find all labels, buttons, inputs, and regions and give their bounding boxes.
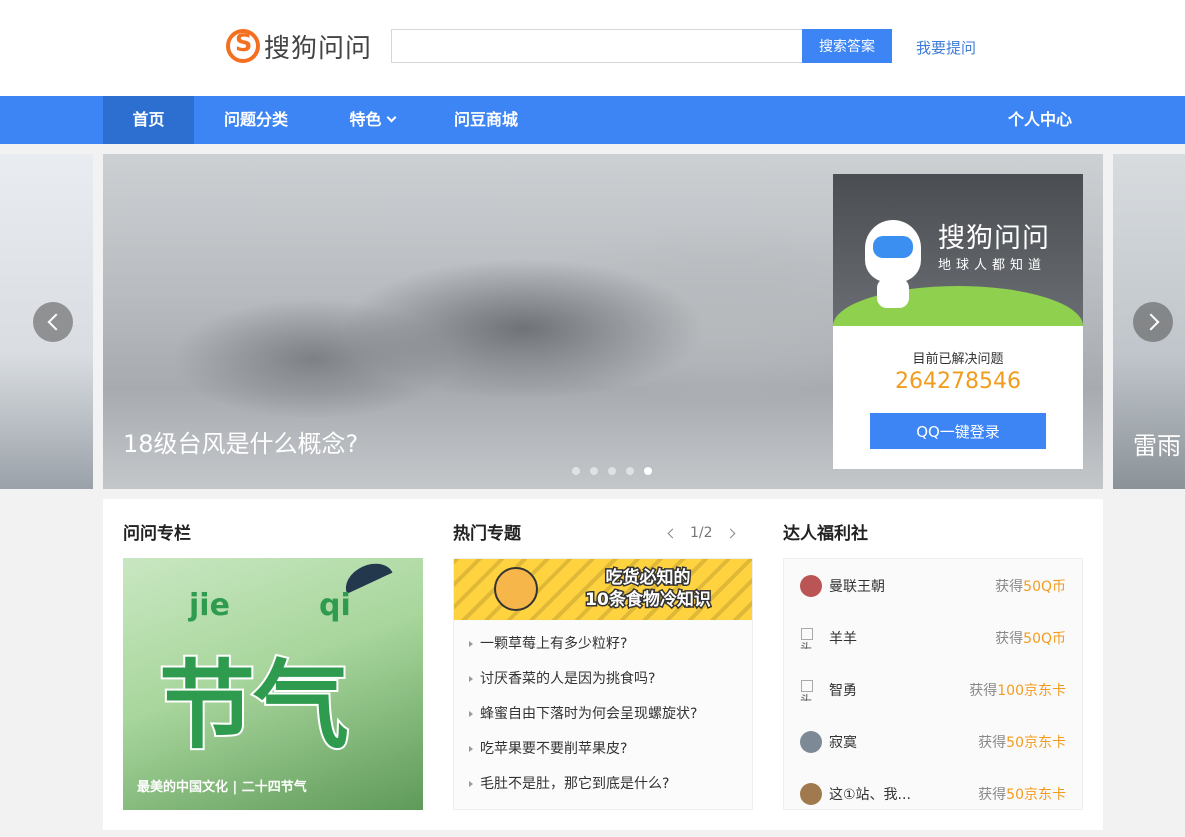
login-card-banner: 搜狗问问 地球人都知道	[833, 174, 1083, 326]
reward-prefix: 获得	[995, 631, 1024, 647]
image-text-qi: qi	[319, 588, 351, 623]
mascot-face	[873, 236, 913, 258]
image-text-jie: jie	[189, 588, 230, 623]
avatar-broken: 头	[800, 679, 822, 701]
image-text-main: 节气	[157, 648, 351, 764]
list-item[interactable]: 这①站、我... 获得50京东卡	[784, 767, 1082, 809]
nav-item-features-label: 特色	[349, 110, 382, 129]
daren-list: 曼联王朝 获得50Q币 头 羊羊 获得50Q币 头 智勇 获得100京东卡 寂寞…	[783, 558, 1083, 810]
carousel-prev-button[interactable]	[33, 302, 73, 342]
topics-box: 吃货必知的 10条食物冷知识 一颗草莓上有多少粒籽? 讨厌香菜的人是因为挑食吗?…	[453, 558, 753, 810]
search-input[interactable]	[391, 29, 803, 63]
avatar	[800, 575, 822, 597]
reward-prefix: 获得	[978, 787, 1007, 803]
topics-pager: 1/2	[667, 525, 735, 541]
search-button[interactable]: 搜索答案	[802, 29, 892, 63]
column-caption[interactable]: 最美的中国文化 | 二十四节气	[137, 776, 307, 795]
carousel-dot[interactable]	[608, 467, 616, 475]
nav-item-shop[interactable]: 问豆商城	[440, 96, 532, 144]
nav-item-personal-center[interactable]: 个人中心	[992, 96, 1088, 144]
reward-prefix: 获得	[969, 683, 998, 699]
column-title: 问问专栏	[123, 524, 191, 544]
next-slide-caption: 雷雨	[1133, 432, 1181, 460]
login-card: 搜狗问问 地球人都知道 目前已解决问题 264278546 QQ一键登录	[833, 174, 1083, 469]
avatar-broken: 头	[800, 627, 822, 649]
user-name[interactable]: 智勇	[829, 680, 857, 700]
logo-text: 搜狗问问	[264, 33, 373, 64]
list-item[interactable]: 一颗草莓上有多少粒籽?	[454, 634, 752, 669]
daren-title: 达人福利社	[783, 524, 868, 544]
content-panel: 问问专栏 jie qi 节气 最美的中国文化 | 二十四节气 热门专题 1/2 …	[103, 499, 1103, 830]
carousel-dot[interactable]	[626, 467, 634, 475]
mascot-body	[877, 278, 909, 308]
reward: 获得100京东卡	[969, 680, 1066, 700]
list-item[interactable]: 寂寞 获得50京东卡	[784, 715, 1082, 767]
user-name[interactable]: 这①站、我...	[829, 784, 911, 804]
topic-banner-line2: 10条食物冷知识	[584, 589, 713, 612]
reward: 获得50Q币	[995, 576, 1066, 596]
carousel-dot[interactable]	[590, 467, 598, 475]
topic-banner[interactable]: 吃货必知的 10条食物冷知识	[454, 559, 752, 620]
topics-title: 热门专题	[453, 524, 521, 544]
logo[interactable]: 搜狗问问	[226, 28, 372, 64]
solved-count: 264278546	[895, 369, 1021, 394]
reward-prefix: 获得	[995, 579, 1024, 595]
list-item[interactable]: 讨厌香菜的人是因为挑食吗?	[454, 669, 752, 704]
list-item[interactable]: 头 羊羊 获得50Q币	[784, 611, 1082, 663]
reward-amount: 100京东卡	[997, 683, 1066, 699]
chevron-right-icon[interactable]	[725, 528, 735, 538]
reward: 获得50京东卡	[978, 732, 1066, 752]
column-feature-image[interactable]: jie qi 节气 最美的中国文化 | 二十四节气	[123, 558, 423, 810]
mascot-icon	[865, 220, 921, 282]
reward-amount: 50Q币	[1023, 631, 1066, 647]
reward-amount: 50京东卡	[1006, 787, 1066, 803]
chevron-down-icon	[386, 112, 396, 123]
pager-text: 1/2	[690, 525, 713, 541]
topic-list: 一颗草莓上有多少粒籽? 讨厌香菜的人是因为挑食吗? 蜂蜜自由下落时为何会呈现螺旋…	[454, 620, 752, 809]
user-name[interactable]: 羊羊	[829, 628, 857, 648]
qq-login-button[interactable]: QQ一键登录	[870, 413, 1046, 449]
list-item[interactable]: 吃苹果要不要削苹果皮?	[454, 739, 752, 774]
reward: 获得50Q币	[995, 628, 1066, 648]
ask-question-link[interactable]: 我要提问	[916, 37, 976, 58]
header: 搜狗问问 搜索答案 我要提问	[0, 0, 1185, 96]
solved-label: 目前已解决问题	[912, 352, 1004, 367]
user-name[interactable]: 寂寞	[829, 732, 857, 752]
avatar	[800, 783, 822, 805]
avatar	[800, 731, 822, 753]
nav-item-categories[interactable]: 问题分类	[208, 96, 304, 144]
carousel-dots	[572, 467, 652, 475]
carousel-dot[interactable]	[572, 467, 580, 475]
reward: 获得50京东卡	[978, 784, 1066, 804]
carousel-next-button[interactable]	[1133, 302, 1173, 342]
hero-caption[interactable]: 18级台风是什么概念?	[123, 424, 358, 459]
sogou-logo-icon	[226, 29, 260, 63]
list-item[interactable]: 毛肚不是肚，那它到底是什么?	[454, 774, 752, 809]
list-item[interactable]: 曼联王朝 获得50Q币	[784, 559, 1082, 611]
carousel-dot-active[interactable]	[644, 467, 652, 475]
topic-banner-line1: 吃货必知的	[604, 567, 692, 590]
chevron-left-icon[interactable]	[667, 528, 678, 538]
hill-illustration	[833, 286, 1083, 326]
topic-banner-text: 吃货必知的 10条食物冷知识	[558, 567, 738, 612]
nav-item-features[interactable]: 特色	[334, 96, 410, 144]
user-name[interactable]: 曼联王朝	[829, 576, 885, 596]
list-item[interactable]: 头 智勇 获得100京东卡	[784, 663, 1082, 715]
main-nav: 首页 问题分类 特色 问豆商城 个人中心	[0, 96, 1185, 144]
card-slogan: 地球人都知道	[938, 258, 1047, 273]
card-brand: 搜狗问问	[938, 223, 1050, 254]
avatar-alt-text: 头	[800, 641, 813, 649]
reward-amount: 50京东卡	[1006, 735, 1066, 751]
cat-icon	[494, 567, 538, 611]
avatar-alt-text: 头	[800, 693, 813, 701]
list-item[interactable]: 蜂蜜自由下落时为何会呈现螺旋状?	[454, 704, 752, 739]
reward-amount: 50Q币	[1023, 579, 1066, 595]
reward-prefix: 获得	[978, 735, 1007, 751]
nav-item-home[interactable]: 首页	[103, 96, 194, 144]
